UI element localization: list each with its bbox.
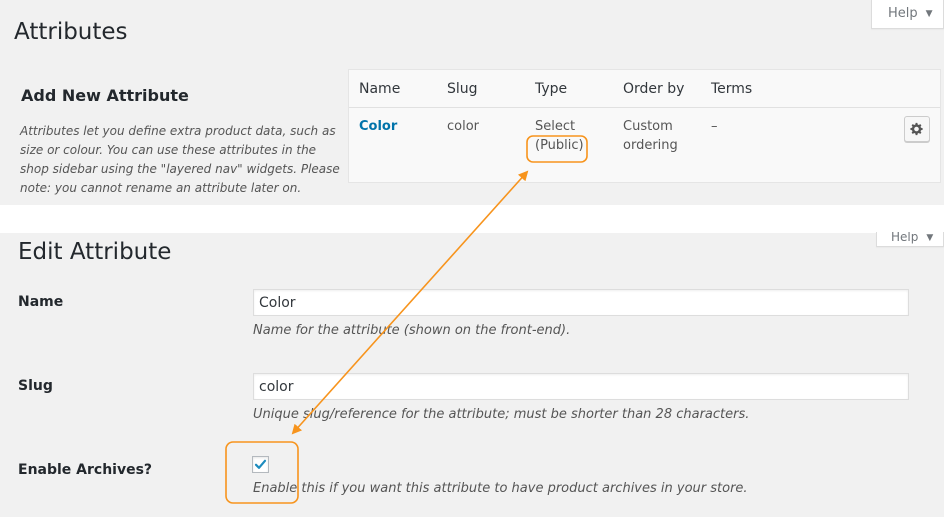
attribute-type-line2: (Public) [535,138,584,153]
caret-down-icon: ▼ [926,233,934,243]
column-header-type[interactable]: Type [535,81,567,97]
attribute-slug-cell: color [447,119,480,134]
slug-field-label: Slug [18,378,53,394]
attribute-order-line2: ordering [623,138,678,153]
column-header-order-by[interactable]: Order by [623,81,684,97]
caret-down-icon: ▼ [925,9,933,19]
column-header-name[interactable]: Name [359,81,400,97]
attribute-name-link[interactable]: Color [359,117,397,136]
add-attribute-description: Attributes let you define extra product … [20,124,340,195]
name-field-label: Name [18,294,64,310]
configure-terms-button[interactable] [904,116,930,142]
enable-archives-description: Enable this if you want this attribute t… [253,481,748,496]
column-header-slug[interactable]: Slug [447,81,478,97]
attribute-type-cell: Select (Public) [535,117,584,155]
name-field-description: Name for the attribute (shown on the fro… [253,323,571,338]
gear-icon [910,122,923,136]
edit-attribute-panel: Help ▼ Edit Attribute Name Name for the a… [0,232,944,517]
enable-archives-label: Enable Archives? [18,462,153,478]
attribute-type-line1: Select [535,119,576,134]
help-tab-label-secondary: Help [891,232,919,244]
panel-divider [0,205,944,233]
checkmark-icon [254,459,267,469]
help-tab-button-secondary[interactable]: Help ▼ [876,232,944,247]
page-title: Attributes [14,19,128,45]
attributes-table: Name Slug Type Order by Terms Color colo… [348,69,941,183]
help-tab-button[interactable]: Help ▼ [871,0,944,29]
attribute-terms-cell: – [711,119,718,134]
attribute-order-cell: Custom ordering [623,117,678,155]
add-attribute-heading: Add New Attribute [21,86,189,105]
table-header-divider [349,107,940,108]
slug-input[interactable] [253,373,909,400]
edit-attribute-title: Edit Attribute [18,239,172,265]
attributes-panel: Help ▼ Attributes Add New Attribute Attri… [0,0,944,205]
slug-field-description: Unique slug/reference for the attribute;… [253,407,750,422]
attribute-order-line1: Custom [623,119,673,134]
column-header-terms[interactable]: Terms [711,81,752,97]
name-input[interactable] [253,289,909,316]
help-tab-label: Help [888,6,918,21]
enable-archives-checkbox[interactable] [252,456,269,473]
